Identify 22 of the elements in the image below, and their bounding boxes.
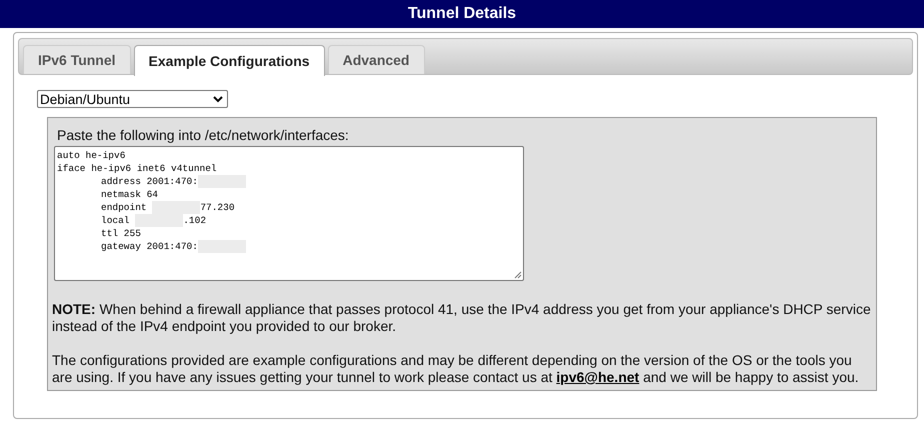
code-text: endpoint <box>101 201 148 214</box>
code-text: address 2001:470: <box>101 175 198 188</box>
code-text: local <box>101 214 131 227</box>
instruction-text: Paste the following into /etc/network/interfaces: <box>57 127 350 143</box>
code-text: 77.230 <box>200 201 235 214</box>
code-text: iface he-ipv6 inet6 v4tunnel <box>57 162 217 175</box>
code-text: auto he-ipv6 <box>57 149 126 162</box>
tab[interactable]: IPv6 Tunnel <box>23 45 131 74</box>
tab[interactable]: Example Configurations <box>134 45 325 76</box>
config-textarea[interactable]: auto he-ipv6 iface he-ipv6 inet6 v4tunnel address 2001:470: netmask 64 endpoint 77.230 local .102 ttl 255 gateway 2001:470: <box>54 146 524 281</box>
page-header: Tunnel Details <box>0 0 924 28</box>
code-text: .102 <box>183 214 206 227</box>
chevron-icon <box>213 96 223 102</box>
code-text: netmask 64 <box>101 188 158 201</box>
os-select[interactable]: Debian/Ubuntu <box>37 90 228 108</box>
email-link[interactable]: ipv6@he.net <box>556 369 640 385</box>
note-text: NOTE: When behind a firewall appliance that passes protocol 41, use the IPv4 address you get from your appliance's DHCP service instead of the IPv4 endpoint you provided to our broker. <box>52 301 872 335</box>
resize-grip-icon[interactable] <box>514 271 522 279</box>
tab[interactable]: Advanced <box>328 45 424 74</box>
code-text: ttl 255 <box>101 227 141 240</box>
disclaimer-text: The configurations provided are example configurations and may be different depending on the version of the OS or the tools you are using. If you have any issues getting your tunnel to work please contact us at ipv6@he.net and we will be happy to assist you. <box>52 352 860 386</box>
code-text: gateway 2001:470: <box>101 240 198 253</box>
